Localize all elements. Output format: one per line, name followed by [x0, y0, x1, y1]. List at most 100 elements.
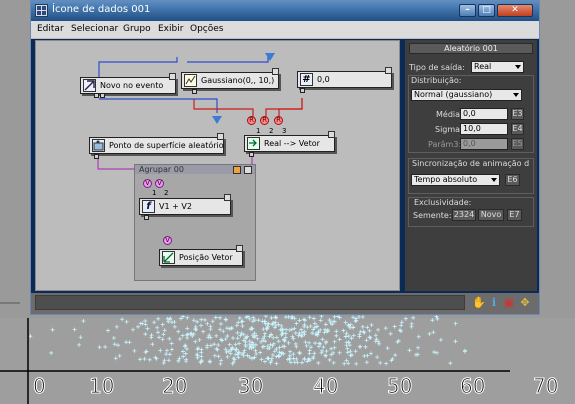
- chevron-down-icon: [491, 178, 497, 182]
- output-port[interactable]: [94, 154, 99, 159]
- sigma-label: Sigma:: [435, 125, 463, 134]
- status-bar: ✋ i ▣ ✥: [31, 293, 539, 314]
- seed-e7-button[interactable]: E7: [507, 209, 522, 221]
- group-collapse-icon[interactable]: [233, 166, 241, 174]
- node-label: 0,0: [317, 75, 330, 84]
- node-corner: [328, 131, 335, 138]
- group-title: Agrupar 00: [139, 165, 184, 174]
- port-v1[interactable]: V: [143, 179, 152, 188]
- port-v-in[interactable]: V: [163, 236, 172, 245]
- node-real-vetor[interactable]: Real --> Vetor: [244, 131, 335, 152]
- axis-label-30: 30: [237, 374, 264, 399]
- node-constant-value[interactable]: # 0,0: [297, 67, 392, 88]
- node-canvas[interactable]: Novo no evento Gaussiano(0,, 10,) # 0,0 …: [35, 40, 400, 291]
- port-num: 2: [164, 189, 169, 197]
- port-r3[interactable]: R: [274, 116, 283, 125]
- param3-input[interactable]: 0,0: [460, 138, 508, 150]
- input-arrow-icon: [265, 53, 275, 61]
- node-label: Posição Vetor: [179, 253, 233, 262]
- seed-new-button[interactable]: Novo: [478, 209, 504, 221]
- output-type-label: Tipo de saída:: [409, 63, 465, 72]
- sigma-e4-button[interactable]: E4: [511, 123, 524, 135]
- sync-dropdown[interactable]: Tempo absoluto: [411, 174, 500, 186]
- title-bar[interactable]: Ícone de dados 001 – □ ✕: [31, 1, 539, 21]
- node-group[interactable]: Agrupar 00 V V 1 2 f V1 + V2 V Posição V…: [134, 164, 256, 281]
- port-v2[interactable]: V: [155, 179, 164, 188]
- minimize-button[interactable]: –: [459, 4, 476, 17]
- group-header[interactable]: Agrupar 00: [135, 165, 255, 174]
- position-icon: [162, 251, 175, 264]
- node-ponto-superficie[interactable]: Ponto de superfície aleatório: [89, 133, 224, 154]
- distribution-value: Normal (gaussiano): [414, 90, 493, 99]
- axis-label-40: 40: [312, 374, 339, 399]
- axis-label-50: 50: [386, 374, 413, 399]
- output-port[interactable]: [192, 89, 197, 94]
- pan-hand-icon[interactable]: ✋: [472, 296, 486, 309]
- node-label: Real --> Vetor: [264, 139, 320, 148]
- status-field: [35, 295, 465, 310]
- hash-icon: #: [300, 73, 313, 86]
- group-close-icon[interactable]: [244, 166, 252, 174]
- sync-label: Sincronização de animação d: [412, 159, 530, 168]
- output-port[interactable]: [144, 215, 149, 220]
- node-v1-plus-v2[interactable]: f V1 + V2: [139, 194, 231, 215]
- node-label: Ponto de superfície aleatório: [109, 141, 224, 150]
- output-type-value: Real: [474, 62, 492, 71]
- sync-e6-button[interactable]: E6: [505, 174, 520, 186]
- output-type-dropdown[interactable]: Real: [471, 61, 524, 73]
- node-corner: [385, 67, 392, 74]
- seed-input[interactable]: 2324: [452, 209, 476, 221]
- seed-label: Semente:: [413, 211, 452, 220]
- exclusivity-label: Exclusividade:: [414, 198, 472, 207]
- node-novo-no-evento[interactable]: Novo no evento: [80, 73, 176, 94]
- output-port[interactable]: [300, 88, 305, 93]
- panel-title[interactable]: Aleatório 001: [409, 43, 533, 54]
- distribution-label: Distribuição:: [411, 76, 462, 85]
- input-arrow-icon: [212, 116, 222, 124]
- port-r1[interactable]: R: [247, 116, 256, 125]
- axis-label-10: 10: [88, 374, 115, 399]
- output-port[interactable]: [94, 93, 99, 98]
- port-num: 3: [282, 127, 287, 135]
- menu-selecionar[interactable]: Selecionar: [71, 24, 118, 34]
- output-port[interactable]: [249, 152, 254, 157]
- param3-e5-button[interactable]: E5: [511, 138, 524, 150]
- distribution-dropdown[interactable]: Normal (gaussiano): [411, 89, 522, 101]
- zoom-region-icon[interactable]: ▣: [503, 296, 515, 309]
- function-icon: f: [142, 200, 155, 213]
- media-label: Média:: [436, 110, 463, 119]
- sigma-input[interactable]: 10,0: [460, 123, 508, 135]
- chevron-down-icon: [513, 93, 519, 97]
- node-corner: [217, 133, 224, 140]
- app-icon: [35, 4, 48, 17]
- convert-icon: [247, 137, 260, 150]
- surface-point-icon: [92, 139, 105, 152]
- random-icon: [184, 74, 197, 87]
- output-port[interactable]: [100, 93, 105, 98]
- port-num: 2: [269, 127, 274, 135]
- menu-grupo[interactable]: Grupo: [123, 24, 151, 34]
- media-input[interactable]: 0,0: [460, 108, 508, 120]
- menu-exibir[interactable]: Exibir: [158, 24, 183, 34]
- chevron-down-icon: [515, 65, 521, 69]
- event-icon: [83, 79, 96, 92]
- media-e3-button[interactable]: E3: [511, 108, 524, 120]
- axis-label-0: 0: [33, 374, 47, 399]
- node-label: V1 + V2: [159, 202, 192, 211]
- node-gaussiano[interactable]: Gaussiano(0,, 10,): [181, 68, 279, 89]
- port-num: 1: [152, 189, 157, 197]
- menu-opcoes[interactable]: Opções: [190, 24, 223, 34]
- menu-editar[interactable]: Editar: [37, 24, 64, 34]
- port-num: 1: [256, 127, 261, 135]
- node-corner: [169, 73, 176, 80]
- menu-bar: Editar Selecionar Grupo Exibir Opções: [31, 21, 539, 39]
- close-button[interactable]: ✕: [497, 4, 533, 17]
- node-corner: [224, 194, 231, 201]
- navigate-icon[interactable]: ✥: [519, 296, 531, 309]
- port-r2[interactable]: R: [260, 116, 269, 125]
- info-icon[interactable]: i: [488, 296, 500, 309]
- window-title: Ícone de dados 001: [52, 4, 151, 15]
- node-posicao-vetor[interactable]: Posição Vetor: [159, 245, 243, 266]
- maximize-button[interactable]: □: [478, 4, 495, 17]
- axis-label-60: 60: [459, 374, 486, 399]
